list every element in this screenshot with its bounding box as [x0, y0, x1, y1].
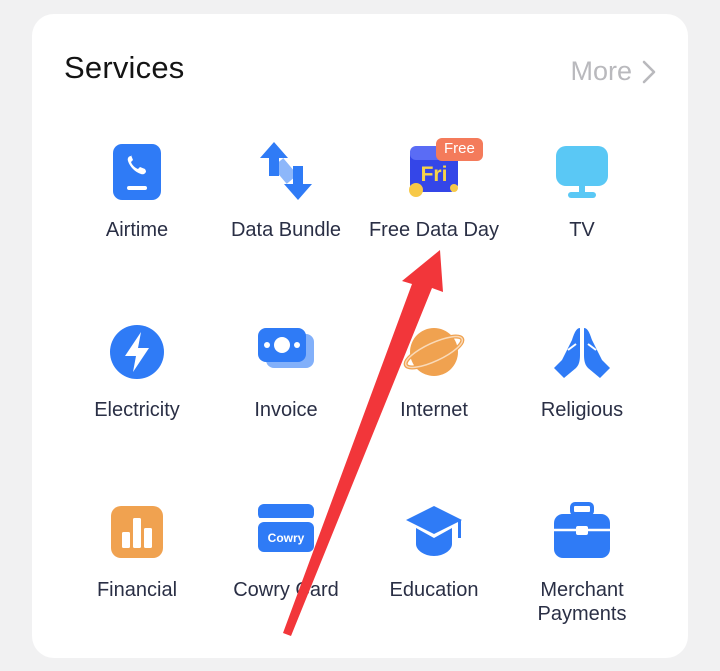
service-label: Cowry Card	[233, 579, 339, 601]
service-label: Airtime	[105, 219, 169, 241]
service-label: Religious	[540, 399, 624, 421]
service-label: Invoice	[254, 399, 318, 421]
service-label: Electricity	[94, 399, 180, 421]
phone-icon	[113, 144, 161, 200]
service-tv[interactable]: TV	[508, 140, 656, 300]
chevron-right-icon	[642, 60, 656, 83]
up-down-arrows-icon	[260, 142, 312, 200]
more-button[interactable]: More	[570, 56, 656, 87]
service-label: Education	[389, 579, 479, 601]
service-internet[interactable]: Internet	[360, 320, 508, 480]
service-label: TV	[569, 219, 595, 241]
service-label: Internet	[400, 399, 468, 421]
praying-hands-icon	[554, 328, 610, 378]
service-education[interactable]: Education	[360, 500, 508, 660]
fri-icon-text: Fri	[421, 163, 448, 186]
briefcase-icon	[554, 502, 610, 558]
service-merchant-payments[interactable]: Merchant Payments	[508, 500, 656, 660]
service-airtime[interactable]: Airtime	[63, 140, 211, 300]
service-label: Data Bundle	[230, 219, 342, 241]
cowry-icon-text: Cowry	[268, 531, 305, 545]
service-data-bundle[interactable]: Data Bundle	[212, 140, 360, 300]
planet-icon	[403, 328, 465, 376]
service-label: Merchant Payments	[537, 579, 627, 625]
service-financial[interactable]: Financial	[63, 500, 211, 660]
service-invoice[interactable]: Invoice	[212, 320, 360, 480]
section-title: Services	[64, 50, 185, 85]
cowry-card-icon: Cowry	[258, 504, 314, 552]
bar-chart-icon	[111, 506, 163, 558]
invoice-cash-icon	[258, 328, 314, 368]
service-label: Financial	[96, 579, 178, 601]
free-badge: Free	[436, 138, 483, 161]
service-free-data-day[interactable]: Fri Free Data Day	[360, 140, 508, 300]
graduation-cap-icon	[406, 506, 462, 556]
service-electricity[interactable]: Electricity	[63, 320, 211, 480]
services-section: Services More Airtime Data Bundle Fri Fr…	[32, 0, 688, 671]
service-label: Free Data Day	[368, 219, 500, 241]
tv-icon	[556, 146, 608, 198]
more-label: More	[570, 56, 632, 86]
service-religious[interactable]: Religious	[508, 320, 656, 480]
service-cowry-card[interactable]: Cowry Cowry Card	[212, 500, 360, 660]
lightning-icon	[110, 325, 164, 379]
